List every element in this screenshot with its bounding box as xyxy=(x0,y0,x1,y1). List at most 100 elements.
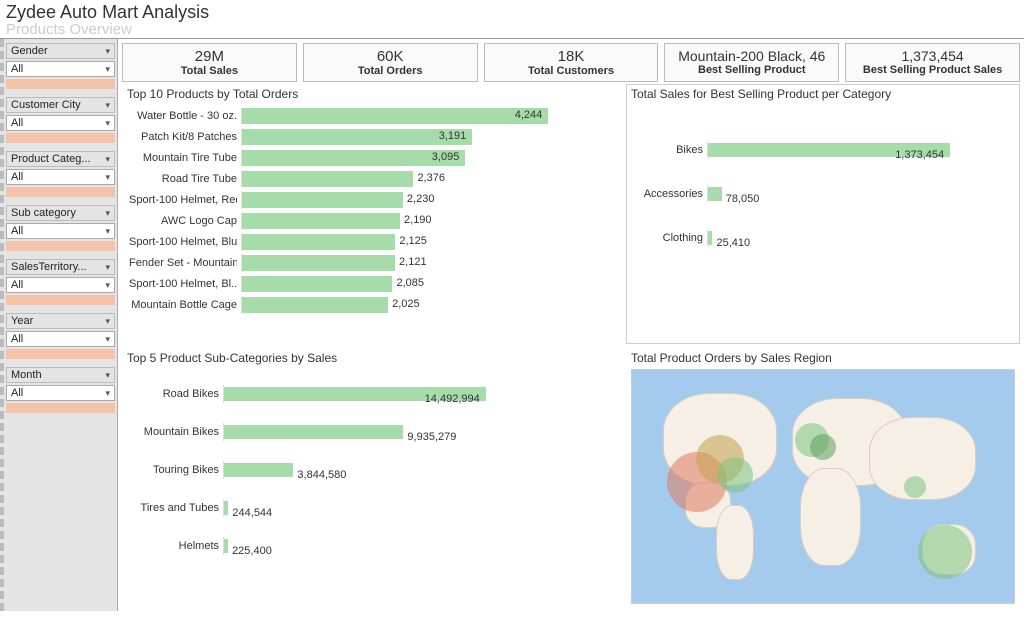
kpi-label: Best Selling Product Sales xyxy=(848,64,1017,76)
chevron-down-icon: ▾ xyxy=(105,118,110,129)
slicer-dropdown[interactable]: All▾ xyxy=(6,169,115,185)
kpi-card: 60KTotal Orders xyxy=(303,43,478,82)
bar-row[interactable]: Sport-100 Helmet, Blue2,125 xyxy=(129,233,611,251)
bar-row[interactable]: Accessories78,050 xyxy=(633,179,1009,209)
kpi-card: 18KTotal Customers xyxy=(484,43,659,82)
bar-category: Road Tire Tube xyxy=(129,173,237,185)
bar-category: Touring Bikes xyxy=(129,464,219,476)
slicer-header[interactable]: Year▾ xyxy=(6,313,115,329)
bar-category: Mountain Bikes xyxy=(129,426,219,438)
panel-top10-products: Top 10 Products by Total Orders Water Bo… xyxy=(122,84,622,344)
bar-row[interactable]: Tires and Tubes 244,544 xyxy=(129,493,611,523)
chevron-down-icon: ▾ xyxy=(105,208,110,219)
bar-fill xyxy=(242,192,403,208)
bar-track: 2,085 xyxy=(241,275,611,293)
kpi-label: Total Orders xyxy=(306,65,475,77)
bar-track: 2,025 xyxy=(241,296,611,314)
kpi-value: Mountain-200 Black, 46 xyxy=(667,48,836,64)
kpi-value: 18K xyxy=(487,48,656,65)
bar-value: 3,095 xyxy=(432,151,460,163)
bar-category: Mountain Tire Tube xyxy=(129,152,237,164)
slicer-header[interactable]: Gender▾ xyxy=(6,43,115,59)
panel-top5-subcat: Top 5 Product Sub-Categories by Sales Ro… xyxy=(122,348,622,607)
bar-row[interactable]: Patch Kit/8 Patches 3,191 xyxy=(129,128,611,146)
kpi-value: 29M xyxy=(125,48,294,65)
bar-row[interactable]: AWC Logo Cap2,190 xyxy=(129,212,611,230)
bar-row[interactable]: Fender Set - Mountain 2,121 xyxy=(129,254,611,272)
world-map[interactable] xyxy=(631,369,1015,604)
slicer-dropdown[interactable]: All▾ xyxy=(6,331,115,347)
bar-row[interactable]: Touring Bikes 3,844,580 xyxy=(129,455,611,485)
bar-row[interactable]: Mountain Bikes 9,935,279 xyxy=(129,417,611,447)
bar-row[interactable]: Water Bottle - 30 oz.4,244 xyxy=(129,107,611,125)
bar-category: Sport-100 Helmet, Bl... xyxy=(129,278,237,290)
bar-category: Patch Kit/8 Patches xyxy=(129,131,237,143)
slicer-dropdown[interactable]: All▾ xyxy=(6,223,115,239)
bar-category: Sport-100 Helmet, Red xyxy=(129,194,237,206)
bar-category: Fender Set - Mountain xyxy=(129,257,237,269)
filter-sidebar: Gender▾ All▾ Customer City▾ All▾ Product Cat… xyxy=(0,39,118,611)
slicer-dropdown[interactable]: All▾ xyxy=(6,115,115,131)
bar-category: Tires and Tubes xyxy=(129,502,219,514)
slicer-accent xyxy=(6,133,115,143)
kpi-label: Total Sales xyxy=(125,65,294,77)
bar-value: 2,190 xyxy=(404,214,432,226)
bar-value: 3,844,580 xyxy=(297,469,346,481)
slicer-header[interactable]: Sub category▾ xyxy=(6,205,115,221)
chart-title: Total Sales for Best Selling Product per… xyxy=(631,87,1015,101)
bar-category: Road Bikes xyxy=(129,388,219,400)
slicer-dropdown[interactable]: All▾ xyxy=(6,61,115,77)
kpi-card: 1,373,454Best Selling Product Sales xyxy=(845,43,1020,82)
bar-row[interactable]: Road Bikes 14,492,994 xyxy=(129,379,611,409)
chevron-down-icon: ▾ xyxy=(105,280,110,291)
bar-fill xyxy=(224,501,228,515)
bar-row[interactable]: Helmets225,400 xyxy=(129,531,611,561)
chevron-down-icon: ▾ xyxy=(105,316,110,327)
map-bubble[interactable] xyxy=(918,525,972,579)
page-subtitle: Products Overview xyxy=(6,21,1018,38)
map-bubble[interactable] xyxy=(717,457,753,493)
chart-title: Total Product Orders by Sales Region xyxy=(631,351,1015,365)
bar-fill xyxy=(242,213,400,229)
kpi-label: Best Selling Product xyxy=(667,64,836,76)
bar-track: 3,191 xyxy=(241,128,611,146)
chevron-down-icon: ▾ xyxy=(105,226,110,237)
slicer-header[interactable]: Month▾ xyxy=(6,367,115,383)
kpi-card: 29MTotal Sales xyxy=(122,43,297,82)
bar-value: 2,230 xyxy=(407,193,435,205)
bar-row[interactable]: Clothing25,410 xyxy=(633,223,1009,253)
bar-value: 244,544 xyxy=(232,507,272,519)
chevron-down-icon: ▾ xyxy=(105,370,110,381)
slicer-header[interactable]: Product Categ...▾ xyxy=(6,151,115,167)
chevron-down-icon: ▾ xyxy=(105,100,110,111)
bar-row[interactable]: Sport-100 Helmet, Bl... 2,085 xyxy=(129,275,611,293)
map-bubble[interactable] xyxy=(810,434,836,460)
bar-value: 3,191 xyxy=(439,130,467,142)
bar-value: 25,410 xyxy=(716,237,750,249)
bar-row[interactable]: Bikes1,373,454 xyxy=(633,135,1009,165)
slicer-dropdown[interactable]: All▾ xyxy=(6,385,115,401)
bar-row[interactable]: Road Tire Tube2,376 xyxy=(129,170,611,188)
bar-fill xyxy=(242,171,413,187)
kpi-card: Mountain-200 Black, 46Best Selling Produ… xyxy=(664,43,839,82)
slicer-header[interactable]: Customer City▾ xyxy=(6,97,115,113)
bar-track: 2,125 xyxy=(241,233,611,251)
kpi-row: 29MTotal Sales60KTotal Orders18KTotal Cu… xyxy=(118,39,1024,84)
bar-fill xyxy=(242,297,388,313)
slicer-accent xyxy=(6,295,115,305)
bar-track: 1,373,454 xyxy=(707,141,1009,159)
bar-track: 9,935,279 xyxy=(223,423,611,441)
bar-value: 2,025 xyxy=(392,298,420,310)
bar-row[interactable]: Sport-100 Helmet, Red 2,230 xyxy=(129,191,611,209)
bar-value: 2,085 xyxy=(396,277,424,289)
bar-row[interactable]: Mountain Tire Tube 3,095 xyxy=(129,149,611,167)
bar-track: 14,492,994 xyxy=(223,385,611,403)
chevron-down-icon: ▾ xyxy=(105,154,110,165)
bar-value: 2,125 xyxy=(399,235,427,247)
bar-track: 2,121 xyxy=(241,254,611,272)
slicer-dropdown[interactable]: All▾ xyxy=(6,277,115,293)
bar-row[interactable]: Mountain Bottle Cage2,025 xyxy=(129,296,611,314)
slicer-header[interactable]: SalesTerritory...▾ xyxy=(6,259,115,275)
map-bubble[interactable] xyxy=(904,476,926,498)
chevron-down-icon: ▾ xyxy=(105,262,110,273)
